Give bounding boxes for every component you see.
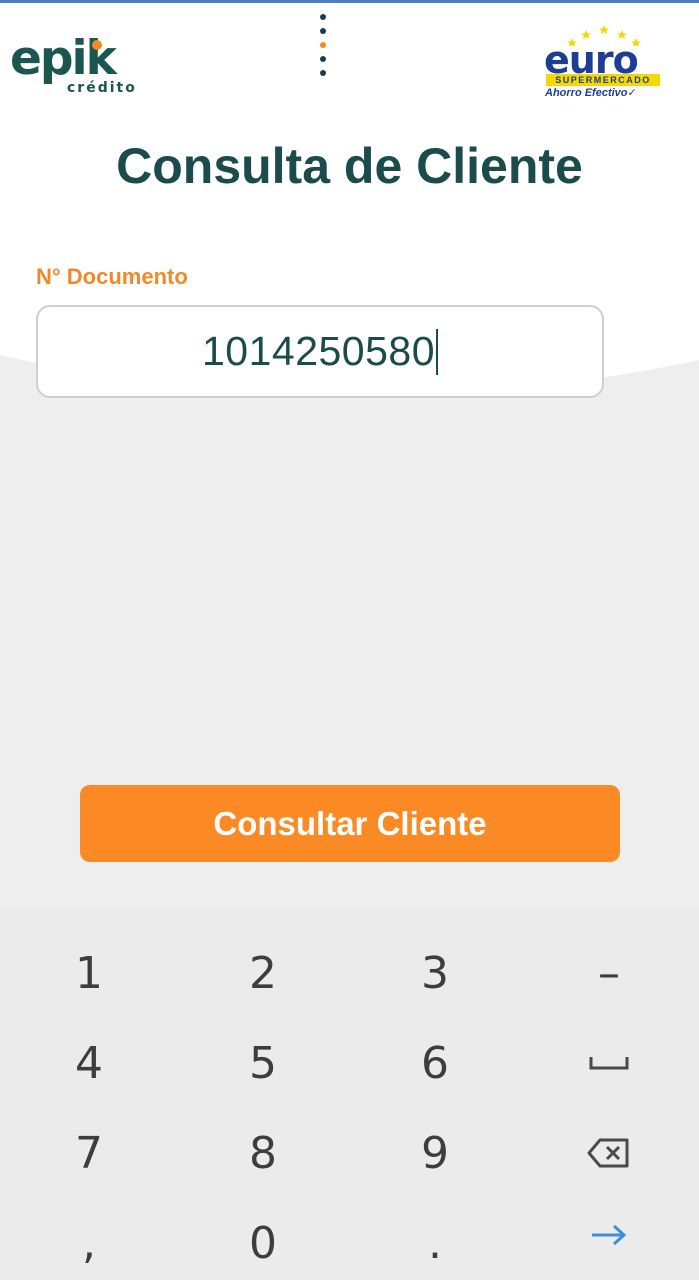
document-input-value: 1014250580: [201, 328, 436, 374]
epik-logo-dot: [92, 40, 102, 50]
key-backspace[interactable]: [523, 1108, 695, 1198]
euro-logo-band: SUPERMERCADO: [546, 74, 660, 86]
app-screen: epik crédito euro SUPERMERCADO Ahorro Ef…: [0, 0, 699, 1280]
euro-supermercado-logo: euro SUPERMERCADO Ahorro Efectivo✓: [540, 24, 670, 102]
space-icon: [589, 1057, 629, 1070]
key-2[interactable]: 2: [177, 928, 349, 1018]
key-comma[interactable]: ,: [3, 1198, 175, 1280]
document-label: N° Documento: [36, 264, 188, 289]
document-input[interactable]: 1014250580: [36, 305, 604, 398]
checkmark-icon: ✓: [627, 87, 637, 99]
key-1[interactable]: 1: [3, 928, 175, 1018]
numeric-keyboard: 1 2 3 – 4 5 6 7 8 9 , 0 .: [0, 910, 699, 1280]
epik-credito-logo: epik crédito: [10, 34, 140, 98]
text-caret: [436, 328, 439, 375]
euro-logo-tagline: Ahorro Efectivo✓: [545, 87, 637, 99]
key-9[interactable]: 9: [349, 1108, 521, 1198]
key-8[interactable]: 8: [177, 1108, 349, 1198]
key-enter[interactable]: [523, 1190, 695, 1280]
key-4[interactable]: 4: [3, 1018, 175, 1108]
key-space[interactable]: [523, 1018, 695, 1108]
key-6[interactable]: 6: [349, 1018, 521, 1108]
vertical-dots-menu-icon[interactable]: [314, 12, 332, 82]
key-5[interactable]: 5: [177, 1018, 349, 1108]
backspace-icon: [587, 1138, 629, 1168]
page-title: Consulta de Cliente: [116, 138, 583, 194]
key-3[interactable]: 3: [349, 928, 521, 1018]
consult-client-button[interactable]: Consultar Cliente: [80, 785, 620, 862]
key-period[interactable]: .: [349, 1198, 521, 1280]
epik-logo-subtitle: crédito: [67, 80, 137, 96]
key-dash[interactable]: –: [523, 928, 695, 1018]
key-0[interactable]: 0: [177, 1198, 349, 1280]
key-7[interactable]: 7: [3, 1108, 175, 1198]
enter-arrow-icon: [592, 1224, 627, 1246]
